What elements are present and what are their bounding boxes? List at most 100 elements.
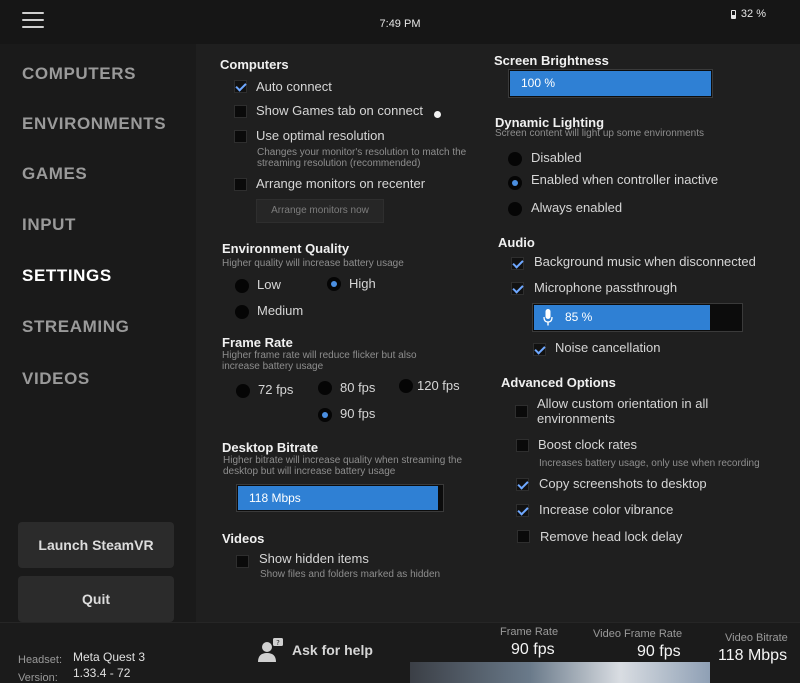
quit-button[interactable]: Quit [18,576,174,622]
quality-high-label: High [349,276,376,291]
lighting-disabled-label: Disabled [531,150,582,165]
top-bar: 7:49 PM 32 % [0,0,800,44]
screen-brightness-slider[interactable]: 100 % [508,69,713,98]
noise-cancellation-checkbox[interactable] [533,343,546,356]
quality-medium-radio[interactable] [235,305,249,319]
settings-panel: Computers Auto connect Show Games tab on… [196,44,800,622]
lighting-enabled-inactive-label: Enabled when controller inactive [531,172,719,187]
show-hidden-label: Show hidden items [259,551,369,566]
screen-brightness-title: Screen Brightness [494,53,609,68]
fps-80-radio[interactable] [318,381,332,395]
help-person-icon: ? [255,637,285,663]
sidebar-item-computers[interactable]: COMPUTERS [22,64,136,84]
environment-quality-title: Environment Quality [222,241,350,256]
head-lock-delay-label: Remove head lock delay [540,529,683,544]
version-label: Version: [18,672,58,683]
mic-passthrough-label: Microphone passthrough [534,280,678,295]
computers-title: Computers [220,57,289,72]
boost-clock-checkbox[interactable] [516,439,529,452]
arrange-monitors-label: Arrange monitors on recenter [256,176,426,191]
fps-120-label: 120 fps [417,378,460,393]
color-vibrance-label: Increase color vibrance [539,502,674,517]
ask-for-help-button[interactable]: ? Ask for help [255,637,373,663]
background-music-checkbox[interactable] [511,257,524,270]
mic-passthrough-checkbox[interactable] [511,282,524,295]
custom-orientation-label: Allow custom orientation in all environm… [537,396,709,426]
frame-rate-desc: Higher frame rate will reduce flicker bu… [222,350,417,372]
quality-high-radio[interactable] [327,277,341,291]
battery-status: 32 % [730,8,766,20]
environment-quality-desc: Higher quality will increase battery usa… [222,258,404,269]
sidebar-item-videos[interactable]: VIDEOS [22,369,90,389]
quality-medium-label: Medium [257,303,304,318]
video-frame-rate-stat-value: 90 fps [637,643,681,660]
ask-for-help-label: Ask for help [292,642,373,658]
sidebar-item-streaming[interactable]: STREAMING [22,317,129,337]
launch-steamvr-button[interactable]: Launch SteamVR [18,522,174,568]
desktop-bitrate-value: 118 Mbps [249,491,301,505]
lighting-enabled-inactive-radio[interactable] [508,176,522,190]
fps-80-label: 80 fps [340,380,376,395]
dynamic-lighting-desc: Screen content will light up some enviro… [495,128,704,139]
desktop-bitrate-title: Desktop Bitrate [222,440,319,455]
auto-connect-checkbox[interactable] [234,80,247,93]
quality-low-label: Low [257,277,281,292]
desktop-bitrate-slider[interactable]: 118 Mbps [236,484,444,512]
screen-brightness-value: 100 % [521,76,556,90]
mic-level-fill [534,305,710,330]
mic-level-slider[interactable]: 85 % [532,303,743,332]
mic-level-value: 85 % [565,310,593,324]
video-bitrate-stat-label: Video Bitrate [725,632,788,644]
show-hidden-desc: Show files and folders marked as hidden [260,569,441,580]
sidebar: COMPUTERS ENVIRONMENTS GAMES INPUT SETTI… [0,44,196,622]
advanced-options-title: Advanced Options [501,375,616,390]
fps-90-radio[interactable] [318,408,332,422]
battery-icon [730,9,736,19]
quality-low-radio[interactable] [235,279,249,293]
sidebar-item-input[interactable]: INPUT [22,215,76,235]
color-vibrance-checkbox[interactable] [516,504,529,517]
boost-clock-label: Boost clock rates [538,437,637,452]
sidebar-item-games[interactable]: GAMES [22,164,87,184]
headset-label: Headset: [18,654,63,666]
app-window: 7:49 PM 32 % COMPUTERS ENVIRONMENTS GAME… [0,0,800,683]
head-lock-delay-checkbox[interactable] [517,530,530,543]
show-games-tab-label: Show Games tab on connect [256,103,423,118]
optimal-resolution-checkbox[interactable] [234,130,247,143]
video-frame-rate-stat-label: Video Frame Rate [593,628,683,640]
show-hidden-checkbox[interactable] [236,555,249,568]
clock: 7:49 PM [379,18,421,30]
sidebar-item-settings[interactable]: SETTINGS [22,266,112,286]
auto-connect-label: Auto connect [256,79,332,94]
audio-title: Audio [498,235,535,250]
svg-text:?: ? [276,639,280,647]
arrange-monitors-checkbox[interactable] [234,178,247,191]
lighting-always-radio[interactable] [508,202,522,216]
copy-screenshots-checkbox[interactable] [516,478,529,491]
noise-cancellation-label: Noise cancellation [555,340,661,355]
background-music-label: Background music when disconnected [534,254,756,269]
lighting-disabled-radio[interactable] [508,152,522,166]
optimal-resolution-desc: Changes your monitor's resolution to mat… [257,147,467,169]
fps-72-radio[interactable] [236,384,250,398]
boost-clock-desc: Increases battery usage, only use when r… [539,458,760,469]
videos-title: Videos [222,531,265,546]
desktop-bitrate-desc: Higher bitrate will increase quality whe… [223,455,463,477]
show-games-tab-checkbox[interactable] [234,105,247,118]
fps-120-radio[interactable] [399,379,413,393]
version-value: 1.33.4 - 72 [73,666,131,680]
passthrough-background [410,662,710,683]
fps-90-label: 90 fps [340,406,376,421]
pointer-cursor [434,111,441,118]
sidebar-item-environments[interactable]: ENVIRONMENTS [22,114,166,134]
copy-screenshots-label: Copy screenshots to desktop [539,476,707,491]
headset-value: Meta Quest 3 [73,650,146,664]
lighting-always-label: Always enabled [531,200,623,215]
frame-rate-title: Frame Rate [222,335,293,350]
battery-percent: 32 % [740,8,766,20]
custom-orientation-checkbox[interactable] [515,405,528,418]
optimal-resolution-label: Use optimal resolution [256,128,385,143]
frame-rate-stat-value: 90 fps [511,641,555,658]
frame-rate-stat-label: Frame Rate [500,626,559,638]
arrange-monitors-now-button[interactable]: Arrange monitors now [256,199,384,223]
